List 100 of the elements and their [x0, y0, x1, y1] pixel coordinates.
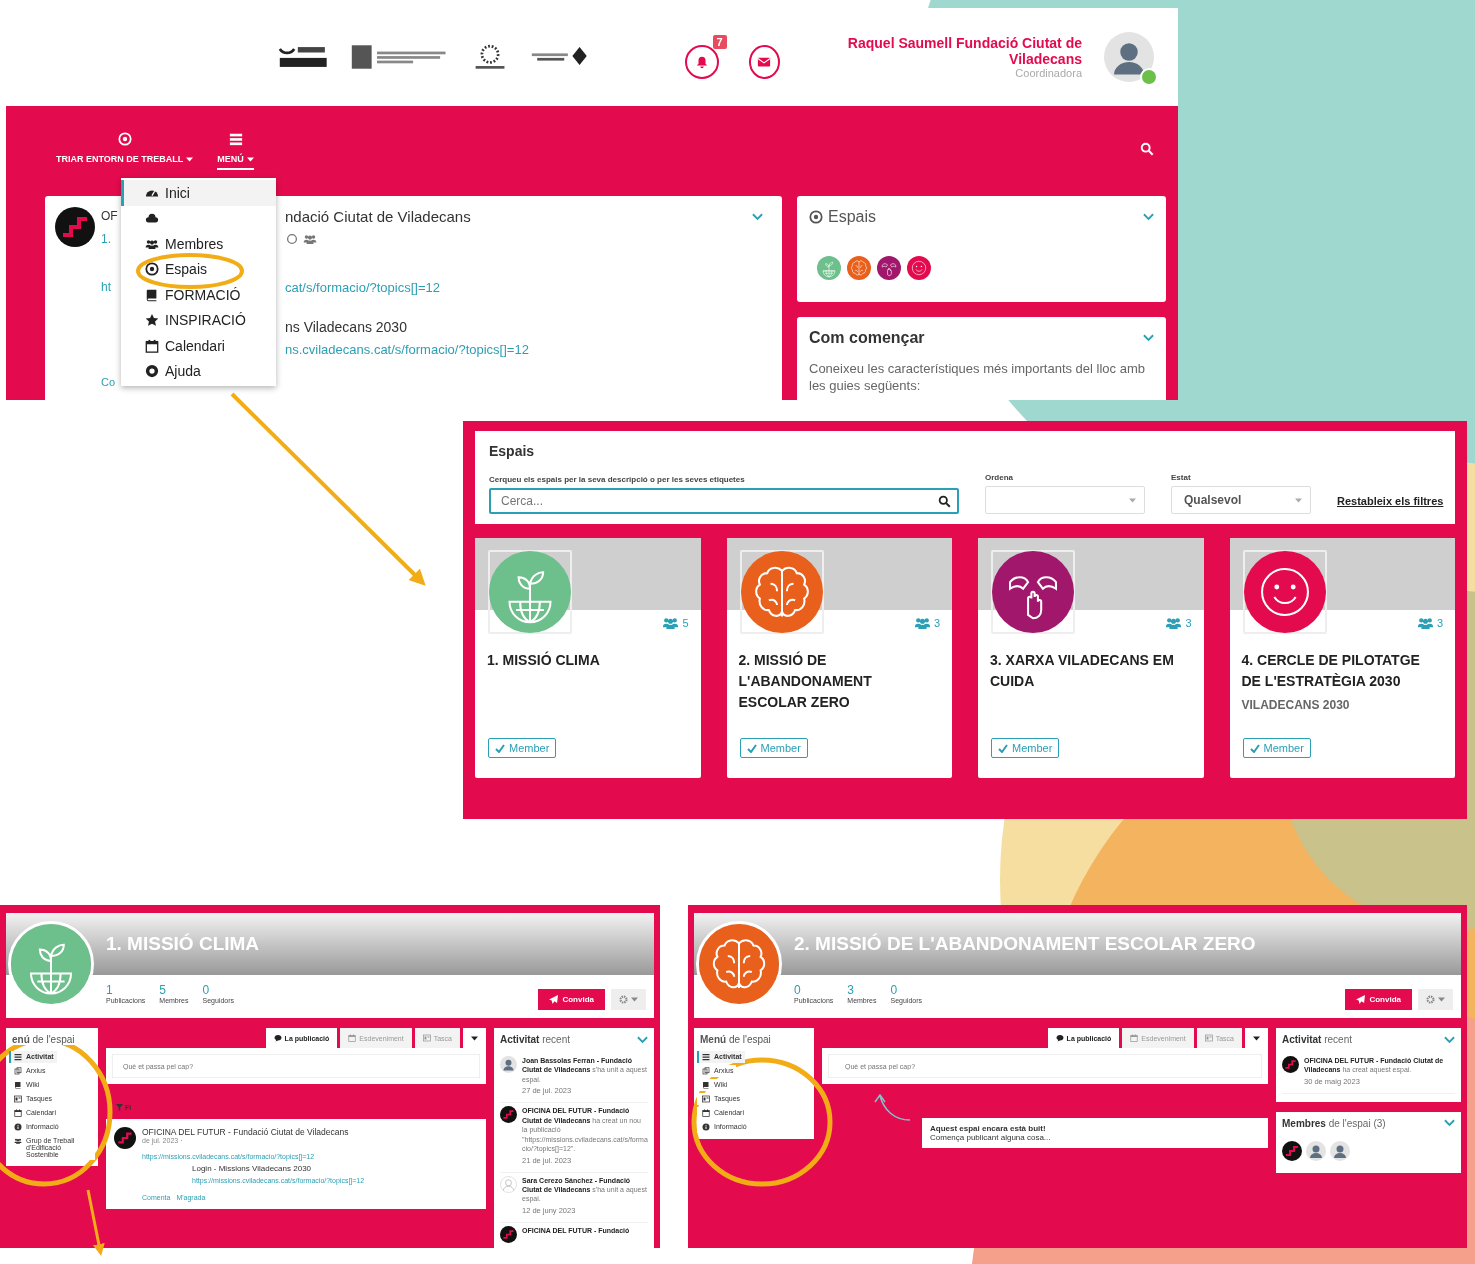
chevron-icon[interactable]	[1143, 213, 1154, 221]
settings-button[interactable]	[611, 989, 646, 1010]
messages-button[interactable]	[748, 45, 780, 79]
notification-count: 7	[712, 35, 727, 49]
book-icon	[14, 1081, 22, 1089]
widget-title: Com començar	[809, 329, 925, 347]
lifebuoy-icon	[145, 364, 159, 379]
settings-button[interactable]	[1418, 989, 1453, 1010]
board-icon	[702, 1095, 710, 1103]
speech-bubble-icon	[273, 1034, 282, 1042]
list-icon	[702, 1053, 710, 1061]
calendar-icon	[14, 1109, 22, 1117]
space-card[interactable]: 3 3. XARXA VILADECANS EM CUIDA Member	[978, 538, 1204, 778]
space-title: 3. XARXA VILADECANS EM CUIDA	[989, 651, 1175, 691]
paper-plane-icon	[549, 995, 559, 1004]
check-icon	[998, 743, 1008, 753]
menu-icon	[228, 132, 243, 146]
calendar-icon	[348, 1034, 357, 1042]
chevron-icon[interactable]	[1143, 334, 1154, 342]
info-icon	[14, 1123, 22, 1131]
widget-title: Activitat recent	[500, 1034, 571, 1045]
caret-icon	[471, 1035, 478, 1041]
menu-title: enú de l'espai	[10, 1034, 77, 1045]
nav-tab[interactable]: MENÚ	[217, 132, 254, 170]
reset-filters-link[interactable]: Restableix els filtres	[1337, 495, 1444, 507]
invite-button[interactable]: Convida	[1345, 989, 1412, 1010]
user-name[interactable]: Raquel Saumell Fundació Ciutat de Viladecans	[801, 35, 1082, 67]
more-tabs-button[interactable]	[1245, 1028, 1268, 1048]
space-card[interactable]: 5 1. MISSIÓ CLIMA Member	[475, 538, 701, 778]
space-title: 2. MISSIÓ DE L'ABANDONAMENT ESCOLAR ZERO	[794, 933, 1256, 955]
more-tabs-button[interactable]	[463, 1028, 486, 1048]
panel-title: Espais	[489, 443, 536, 459]
preview-title: ns Viladecans 2030	[285, 319, 408, 335]
space-card[interactable]: 3 4. CERCLE DE PILOTATGE DE L'ESTRATÈGIA 2030 VILADECANS 2030 Member	[1229, 538, 1455, 778]
widget-title: Membres de l'espai (3)	[1282, 1117, 1386, 1129]
speech-bubble-icon	[1055, 1034, 1064, 1042]
widget-title: Espais	[828, 208, 877, 226]
book-icon	[702, 1081, 710, 1089]
menu-item[interactable]: Inici	[121, 180, 276, 206]
calendar-icon	[702, 1109, 710, 1117]
curved-arrow-icon	[872, 1092, 912, 1124]
note-text: Comença publicant alguna cosa...	[930, 1133, 1052, 1142]
menu-item[interactable]: Ajuda	[121, 358, 276, 384]
chevron-icon[interactable]	[1444, 1119, 1455, 1128]
widget-text: Coneixeu les característiques més importants del lloc amb les guies següents:	[809, 361, 1146, 395]
caret-icon	[246, 156, 254, 162]
board-icon	[1204, 1034, 1213, 1042]
status-dropdown[interactable]: Qualsevol	[1171, 486, 1311, 514]
avatar-icon	[500, 1106, 517, 1124]
member-badge: Member	[991, 738, 1060, 758]
member-count: 5	[682, 617, 689, 629]
search-field[interactable]: Cerca...	[489, 488, 959, 514]
space-card[interactable]: 3 2. MISSIÓ DE L'ABANDONAMENT ESCOLAR ZERO Member	[726, 538, 952, 778]
bell-icon	[694, 55, 709, 69]
menu-title: Menú de l'espai	[698, 1034, 773, 1045]
users-icon	[303, 232, 317, 246]
note-title: Aquest espai encara està buit!	[930, 1124, 1047, 1133]
menu-item[interactable]: Membres	[121, 231, 276, 257]
avatar-icon	[114, 1127, 136, 1149]
nav-tab[interactable]: TRIAR ENTORN DE TREBALL	[56, 132, 194, 170]
preview-title: Login - Missions Viladecans 2030	[191, 1164, 313, 1173]
member-badge: Member	[739, 738, 808, 758]
chevron-icon[interactable]	[1444, 1035, 1455, 1044]
member-count: 3	[1436, 617, 1443, 629]
avatar-icon	[500, 1056, 517, 1073]
users-icon	[1165, 616, 1183, 630]
menu-item[interactable]: Calendari	[121, 333, 276, 359]
avatar-icon	[1330, 1140, 1350, 1161]
list-icon	[14, 1053, 22, 1061]
calendar-icon	[145, 338, 159, 353]
info-icon	[702, 1123, 710, 1131]
settings-icon	[1426, 995, 1435, 1004]
caret-icon	[1129, 497, 1136, 503]
menu-item[interactable]: Espais	[121, 256, 276, 282]
avatar-icon	[55, 207, 95, 247]
member-badge: Member	[488, 738, 557, 758]
chevron-icon[interactable]	[752, 213, 763, 221]
post-title: ndació Ciutat de Viladecans	[285, 207, 472, 225]
chevron-icon[interactable]	[637, 1035, 648, 1044]
pointer-arrow	[86, 1189, 105, 1256]
member-badge: Member	[1242, 738, 1311, 758]
files-icon	[14, 1067, 22, 1075]
menu-item[interactable]: INSPIRACIÓ	[121, 307, 276, 333]
post-text: Co	[101, 376, 117, 388]
invite-button[interactable]: Convida	[538, 989, 605, 1010]
calendar-icon	[1130, 1034, 1139, 1042]
space-subtitle: VILADECANS 2030	[1240, 697, 1351, 712]
star-icon	[145, 313, 159, 328]
search-icon[interactable]	[938, 495, 951, 508]
check-icon	[746, 743, 757, 753]
member-count: 3	[933, 617, 940, 629]
board-icon	[14, 1095, 22, 1103]
avatar-icon	[1282, 1056, 1299, 1073]
avatar-icon	[500, 1225, 517, 1243]
caret-icon	[1295, 497, 1302, 503]
check-icon	[495, 743, 505, 753]
caret-icon	[186, 156, 194, 162]
menu-item[interactable]: FORMACIÓ	[121, 282, 276, 308]
board-icon	[422, 1034, 431, 1042]
avatar-icon	[500, 1175, 517, 1193]
